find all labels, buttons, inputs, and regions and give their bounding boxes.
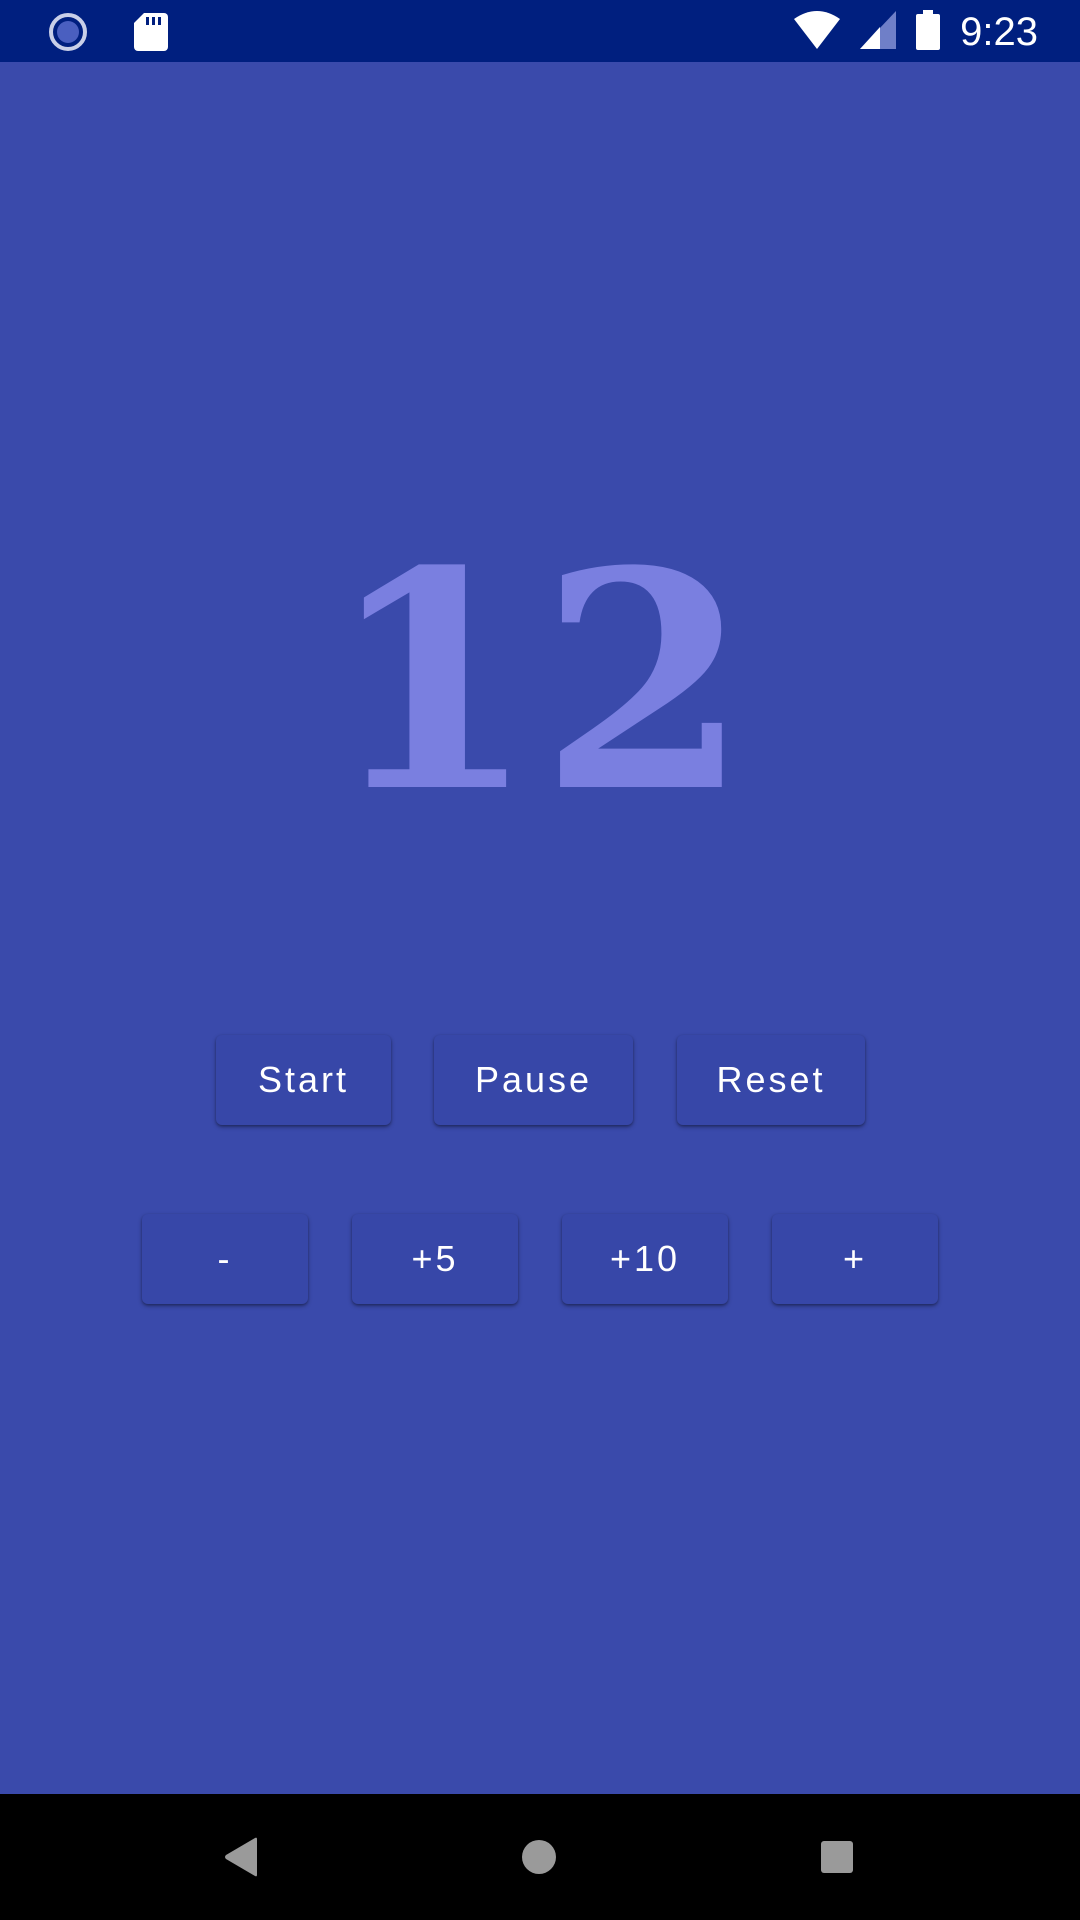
wifi-icon <box>794 11 841 54</box>
counter-value: 12 <box>327 505 753 858</box>
cellular-signal-icon <box>860 11 897 54</box>
back-icon[interactable] <box>208 1824 274 1890</box>
sync-icon <box>48 12 88 57</box>
app-screen: 9:23 12 Start Pause Reset - +5 +10 + <box>0 0 1080 1920</box>
recents-icon[interactable] <box>804 1824 870 1890</box>
pause-button[interactable]: Pause <box>434 1035 633 1125</box>
main-content: 12 Start Pause Reset - +5 +10 + <box>0 62 1080 1794</box>
add-ten-button[interactable]: +10 <box>562 1214 728 1304</box>
home-icon[interactable] <box>506 1824 572 1890</box>
battery-icon <box>916 10 941 55</box>
navigation-bar <box>0 1794 1080 1920</box>
reset-button[interactable]: Reset <box>677 1035 865 1125</box>
clock: 9:23 <box>960 10 1038 54</box>
increment-button[interactable]: + <box>772 1214 938 1304</box>
decrement-button[interactable]: - <box>142 1214 308 1304</box>
sd-card-icon <box>134 13 168 56</box>
start-button[interactable]: Start <box>216 1035 391 1125</box>
add-five-button[interactable]: +5 <box>352 1214 518 1304</box>
status-bar: 9:23 <box>0 0 1080 62</box>
